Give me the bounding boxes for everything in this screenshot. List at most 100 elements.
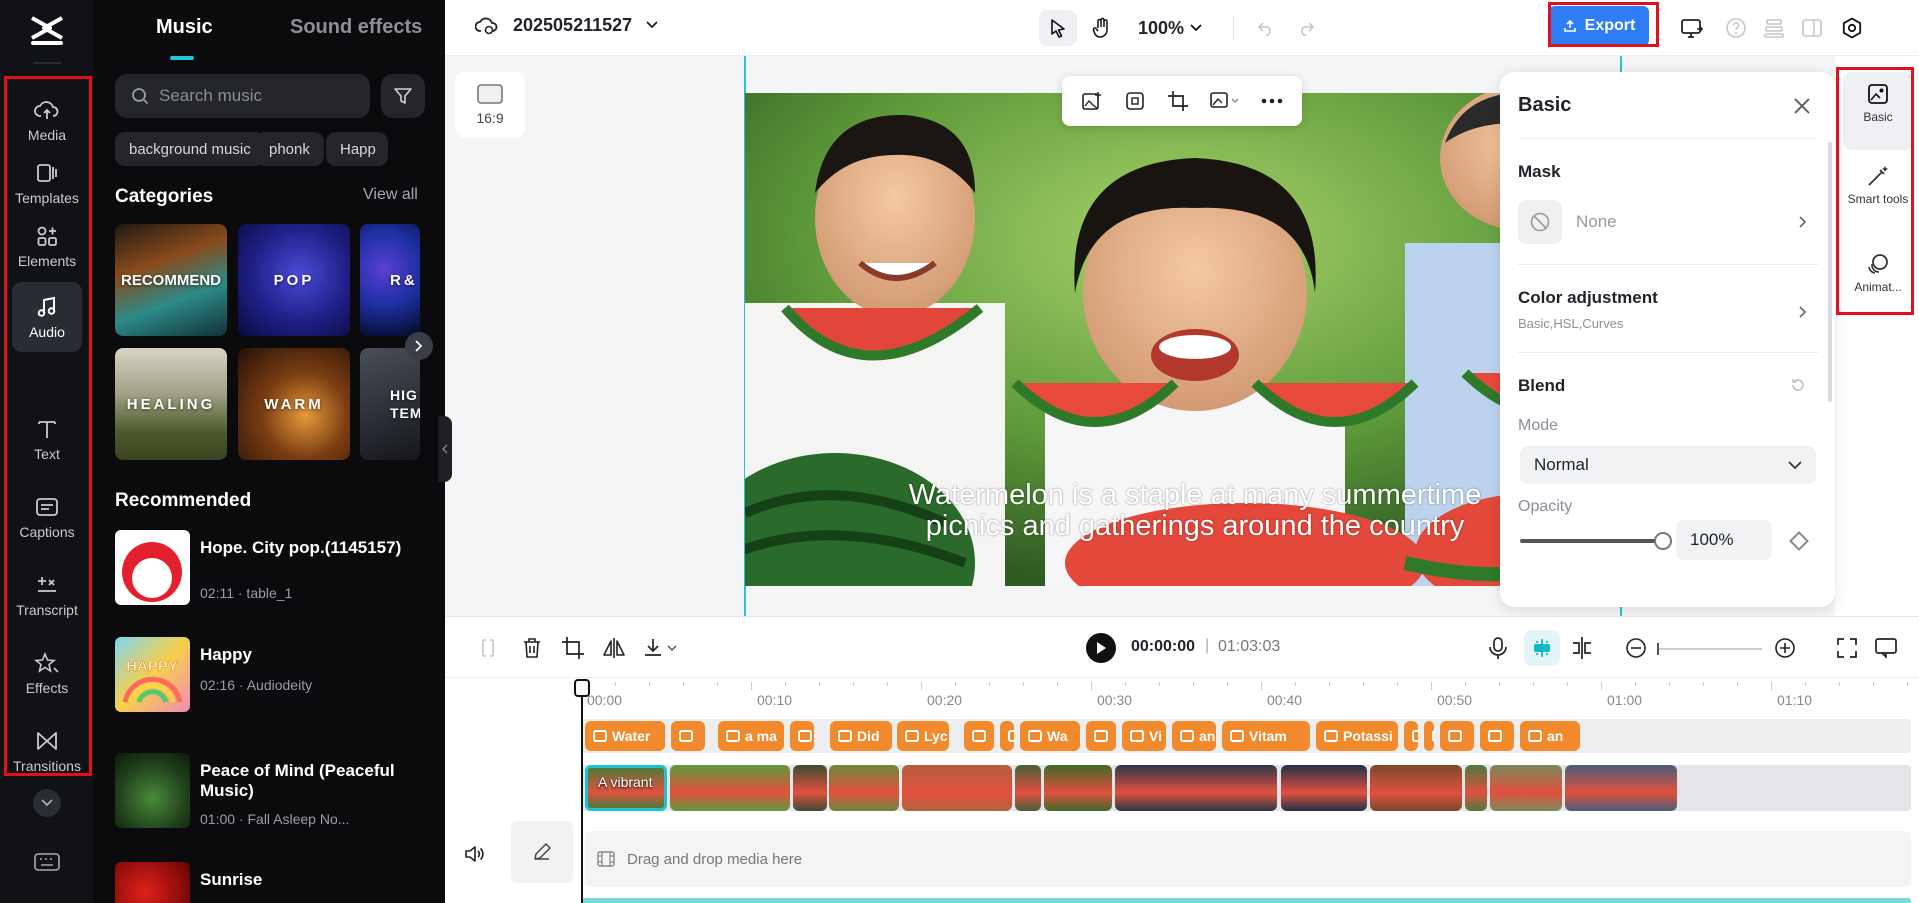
video-clip[interactable]	[1370, 765, 1462, 811]
opacity-input[interactable]: 100%	[1676, 520, 1772, 560]
video-clip[interactable]	[1015, 765, 1041, 811]
keyframe-diamond-icon[interactable]	[1789, 531, 1809, 551]
redo-button[interactable]	[1291, 10, 1321, 46]
sidebar-item-elements[interactable]: Elements	[12, 211, 82, 281]
video-clip[interactable]	[1465, 765, 1487, 811]
capcut-logo-icon[interactable]	[28, 12, 66, 48]
video-clip[interactable]	[1565, 765, 1677, 811]
tab-music[interactable]: Music	[156, 16, 213, 39]
playhead[interactable]	[581, 681, 583, 903]
video-clip[interactable]	[1490, 765, 1562, 811]
caption-clip[interactable]	[1424, 721, 1434, 751]
caption-clip[interactable]	[1000, 721, 1014, 751]
caption-clip[interactable]	[1440, 721, 1474, 751]
select-tool-button[interactable]	[1039, 10, 1077, 46]
video-subtitle[interactable]: Watermelon is a staple at many summertim…	[835, 480, 1555, 542]
speaker-icon[interactable]	[463, 842, 487, 866]
sidebar-item-templates[interactable]: Templates	[12, 148, 82, 218]
categories-next-button[interactable]	[405, 332, 433, 360]
caption-clip[interactable]: Lyc	[897, 721, 949, 751]
close-icon[interactable]	[1790, 94, 1814, 118]
video-clip[interactable]: A vibrant	[585, 765, 667, 811]
crop-frame-icon[interactable]	[1124, 90, 1146, 112]
opacity-slider-handle[interactable]	[1654, 532, 1672, 550]
panel-scrollbar[interactable]	[1828, 142, 1832, 402]
help-button[interactable]	[1721, 10, 1751, 46]
present-screen-button[interactable]	[1677, 10, 1707, 46]
split-view-icon[interactable]	[1569, 635, 1595, 661]
video-preview[interactable]: Watermelon is a staple at many summertim…	[745, 93, 1620, 586]
chip-phonk[interactable]: phonk	[255, 132, 324, 166]
sidebar-item-text[interactable]: Text	[12, 404, 82, 474]
sidebar-item-media[interactable]: Media	[12, 85, 82, 155]
right-tab-basic[interactable]: Basic	[1843, 72, 1913, 150]
caption-clip[interactable]	[1480, 721, 1514, 751]
panel-layout-button[interactable]	[1797, 10, 1827, 46]
caption-clip[interactable]: Did	[830, 721, 892, 751]
chip-background-music[interactable]: background music	[115, 132, 265, 166]
music-search-box[interactable]	[115, 74, 370, 118]
chip-happy[interactable]: Happ	[326, 132, 388, 166]
sidebar-item-transitions[interactable]: Transitions	[12, 716, 82, 786]
chevron-right-icon[interactable]	[1796, 306, 1808, 318]
caption-clip[interactable]	[1404, 721, 1418, 751]
edit-cover-button[interactable]	[511, 821, 573, 883]
filter-button[interactable]	[381, 74, 425, 118]
track-item[interactable]: HAPPY Happy 02:16 · Audiodeity	[115, 637, 435, 717]
crop-icon[interactable]	[1167, 90, 1189, 112]
microphone-icon[interactable]	[1485, 635, 1511, 661]
timeline-zoom-slider[interactable]	[1657, 648, 1762, 650]
layers-button[interactable]	[1759, 10, 1789, 46]
video-clip[interactable]	[670, 765, 790, 811]
caption-clip[interactable]: an	[1520, 721, 1580, 751]
undo-button[interactable]	[1251, 10, 1281, 46]
comment-icon[interactable]	[1873, 635, 1899, 661]
blend-mode-dropdown[interactable]: Normal	[1520, 446, 1816, 484]
caption-clip[interactable]	[964, 721, 994, 751]
video-clip[interactable]	[793, 765, 827, 811]
caption-clip[interactable]: Water	[585, 721, 665, 751]
tab-sound-effects[interactable]: Sound effects	[290, 16, 422, 39]
zoom-in-icon[interactable]	[1772, 635, 1798, 661]
replace-image-icon[interactable]	[1081, 90, 1103, 112]
play-button[interactable]	[1086, 633, 1116, 663]
export-button[interactable]: Export	[1549, 6, 1649, 46]
sidebar-item-audio[interactable]: Audio	[12, 282, 82, 352]
category-healing[interactable]: HEALING	[115, 348, 227, 460]
image-adjust-icon[interactable]	[1210, 90, 1240, 112]
crop-icon[interactable]	[560, 635, 586, 661]
zoom-out-icon[interactable]	[1623, 635, 1649, 661]
category-warm[interactable]: WARM	[238, 348, 350, 460]
caption-clip[interactable]: Vitam	[1222, 721, 1310, 751]
caption-clip[interactable]: an	[1172, 721, 1216, 751]
delete-icon[interactable]	[519, 635, 545, 661]
right-tab-smart-tools[interactable]: Smart tools	[1843, 154, 1913, 238]
caption-clip[interactable]: Wa	[1020, 721, 1080, 751]
more-options-icon[interactable]	[1261, 98, 1283, 104]
zoom-slider-handle[interactable]	[1657, 643, 1659, 655]
auto-snap-button[interactable]	[1524, 630, 1560, 666]
media-drop-zone[interactable]: Drag and drop media here	[585, 831, 1911, 887]
sidebar-item-effects[interactable]: Effects	[12, 638, 82, 708]
right-tab-animation[interactable]: Animat...	[1843, 242, 1913, 312]
track-item[interactable]: Hope. City pop.(1145157) 02:11 · table_1	[115, 530, 435, 610]
chevron-right-icon[interactable]	[1796, 216, 1808, 228]
video-clip[interactable]	[829, 765, 899, 811]
sidebar-item-captions[interactable]: Captions	[12, 482, 82, 552]
split-icon[interactable]	[475, 635, 501, 661]
opacity-slider-track[interactable]	[1520, 539, 1660, 543]
category-high-tempo[interactable]: HIG TEM	[360, 348, 420, 460]
mask-selector[interactable]: None	[1518, 200, 1808, 244]
reset-icon[interactable]	[1790, 377, 1806, 393]
sidebar-item-transcript[interactable]: Transcript	[12, 560, 82, 630]
zoom-dropdown[interactable]: 100%	[1135, 10, 1205, 46]
caption-clip[interactable]	[790, 721, 814, 751]
category-pop[interactable]: POP	[238, 224, 350, 336]
mirror-icon[interactable]	[601, 635, 627, 661]
category-rnb[interactable]: R&	[360, 224, 420, 336]
hand-tool-button[interactable]	[1085, 10, 1119, 46]
caption-clip[interactable]	[671, 721, 705, 751]
caption-clip[interactable]	[1086, 721, 1116, 751]
settings-button[interactable]	[1837, 10, 1867, 46]
caption-clip[interactable]: Potassi	[1316, 721, 1398, 751]
